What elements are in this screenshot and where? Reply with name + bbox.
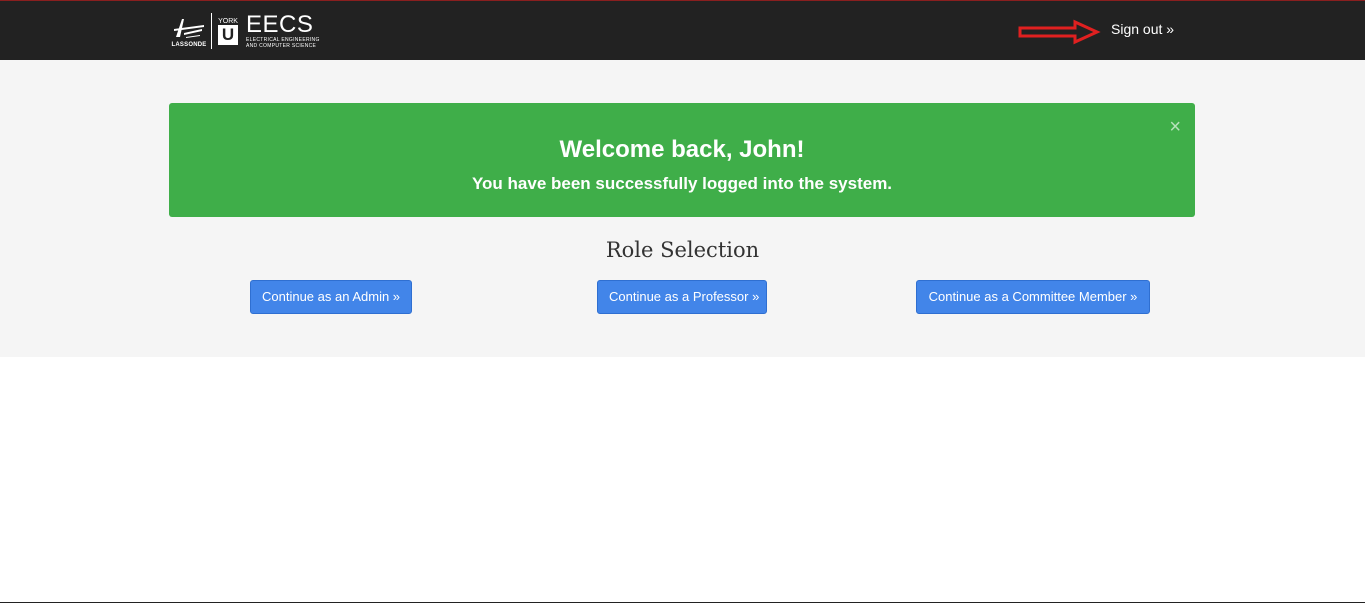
eecs-logo[interactable]: LASSONDE YORK U EECS ELECTRICAL ENGINEER…	[169, 11, 320, 51]
top-navbar: LASSONDE YORK U EECS ELECTRICAL ENGINEER…	[0, 0, 1365, 60]
york-u-mark: U	[218, 24, 238, 45]
continue-as-committee-member-button[interactable]: Continue as a Committee Member »	[916, 280, 1150, 314]
main-panel: Welcome back, John! You have been succes…	[0, 60, 1365, 357]
eecs-subtitle-line2: AND COMPUTER SCIENCE	[246, 43, 317, 49]
role-selection-heading: Role Selection	[605, 238, 760, 262]
lassonde-mark-icon	[174, 18, 204, 38]
continue-as-admin-button[interactable]: Continue as an Admin »	[250, 280, 412, 314]
alert-message: You have been successfully logged into t…	[471, 174, 893, 193]
york-logo: YORK U	[216, 18, 240, 45]
lassonde-text: LASSONDE	[171, 41, 207, 48]
sign-out-link[interactable]: Sign out »	[1111, 21, 1174, 37]
lassonde-logo: LASSONDE	[169, 15, 209, 48]
logo-divider	[211, 13, 212, 49]
eecs-text: EECS	[246, 11, 314, 38]
york-text: YORK	[218, 17, 238, 25]
welcome-alert: Welcome back, John! You have been succes…	[169, 103, 1195, 217]
alert-title: Welcome back, John!	[559, 136, 805, 163]
eecs-wordmark: EECS ELECTRICAL ENGINEERING AND COMPUTER…	[246, 11, 320, 50]
continue-as-professor-button[interactable]: Continue as a Professor »	[597, 280, 767, 314]
annotation-arrow-icon	[1018, 19, 1101, 45]
close-icon[interactable]: ×	[1169, 117, 1181, 137]
